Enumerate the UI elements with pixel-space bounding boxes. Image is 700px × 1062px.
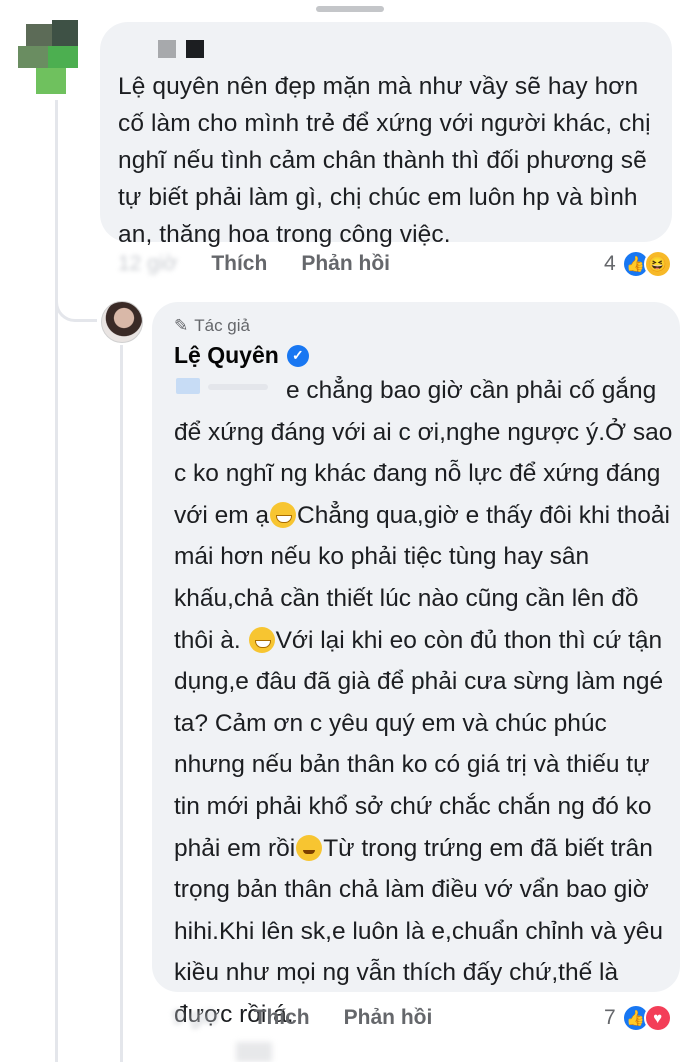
reply-text: e chẳng bao giờ cần phải cố gắng để xứng… [174, 370, 674, 1036]
reply-text-part: Với lại khi eo còn đủ thon thì cứ tận dụ… [174, 626, 664, 862]
author-badge-label: Tác giả [194, 316, 250, 335]
wink-emoji-icon [296, 834, 323, 861]
comment-actions: 12 giờ Thích Phản hồi [118, 252, 424, 276]
thread-connector [55, 270, 97, 322]
author-name-text: Lệ Quyên [174, 342, 279, 368]
reply-button[interactable]: Phản hồi [301, 252, 390, 276]
avatar[interactable] [18, 20, 82, 96]
reaction-summary[interactable]: 4 👍 😆 [604, 250, 672, 278]
censored-username [158, 38, 204, 60]
like-button[interactable]: Thích [254, 1006, 310, 1030]
comment-text: Lệ quyên nên đẹp mặn mà như vầy sẽ hay h… [118, 73, 651, 248]
thread-line [55, 100, 58, 1062]
verified-badge-icon: ✓ [286, 344, 309, 367]
author-avatar[interactable] [101, 301, 143, 343]
sheet-drag-handle[interactable] [316, 6, 384, 12]
author-name[interactable]: Lệ Quyên ✓ [174, 342, 309, 369]
grin-emoji-icon [248, 626, 275, 653]
reply-timestamp: 9 giờ [172, 1006, 220, 1029]
reply-button[interactable]: Phản hồi [344, 1006, 433, 1030]
comment-bubble[interactable]: Lệ quyên nên đẹp mặn mà như vầy sẽ hay h… [100, 22, 672, 248]
author-badge: ✎ Tác giả [174, 316, 250, 336]
reply-thread-line [120, 345, 123, 1062]
reaction-count: 7 [604, 1006, 616, 1029]
haha-icon: 😆 [643, 250, 672, 278]
reply-bubble[interactable]: ✎ Tác giả Lệ Quyên ✓ e chẳng bao giờ cần… [152, 302, 680, 1028]
love-icon: ♥ [643, 1004, 672, 1032]
reaction-count: 4 [604, 252, 616, 275]
avatar [236, 1042, 272, 1062]
pen-icon: ✎ [174, 316, 189, 335]
reaction-summary[interactable]: 7 👍 ♥ [604, 1004, 672, 1032]
comment-timestamp: 12 giờ [118, 252, 178, 275]
reply-text-part: Từ trong trứng em đã biết trân trọng bản… [174, 834, 663, 1028]
like-button[interactable]: Thích [211, 252, 267, 276]
grin-emoji-icon [270, 501, 297, 528]
reply-actions: 9 giờ Thích Phản hồi [172, 1006, 466, 1030]
